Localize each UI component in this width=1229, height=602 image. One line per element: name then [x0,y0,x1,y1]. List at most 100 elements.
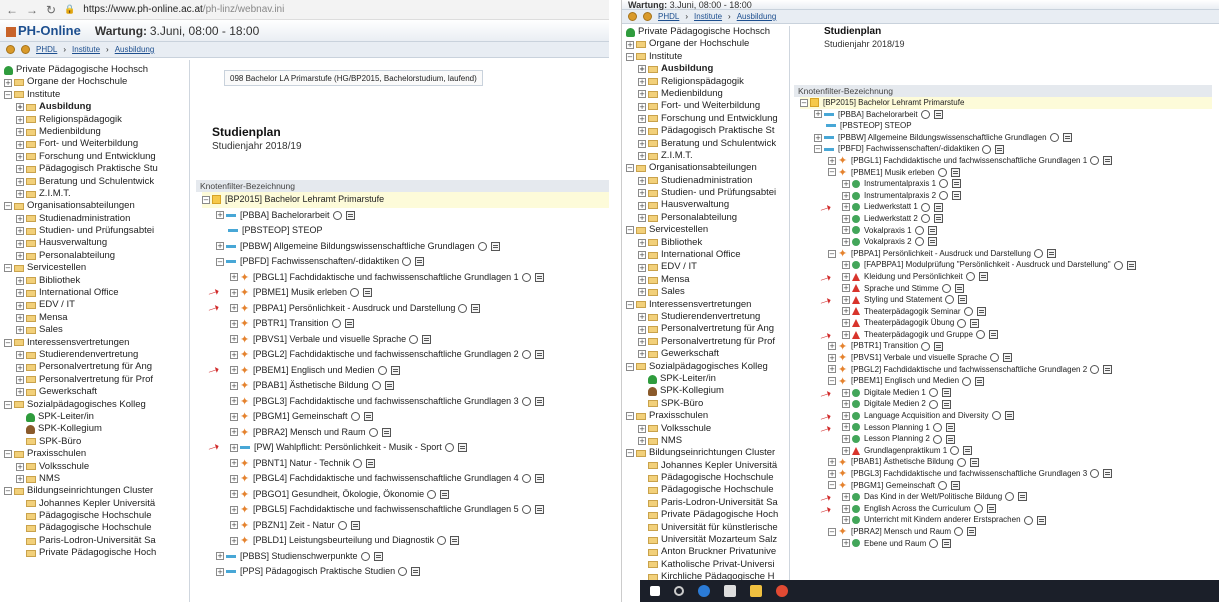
expand-toggle-icon[interactable]: + [828,156,836,165]
clock-icon[interactable] [929,538,939,548]
expand-toggle-icon[interactable]: + [230,381,238,390]
sidebar-item[interactable]: SPK-Leiter/in [622,373,789,385]
curriculum-node[interactable]: + Vokalpraxis 1 [800,225,1212,237]
expand-toggle-icon[interactable]: − [828,527,836,536]
curriculum-node[interactable]: + Theaterpädagogik Seminar [800,306,1212,318]
program-tab[interactable]: 098 Bachelor LA Primarstufe (HG/BP2015, … [224,70,483,86]
expand-toggle-icon[interactable]: + [16,326,24,335]
sidebar-item[interactable]: − Praxisschulen [622,410,789,422]
clock-icon[interactable] [920,214,930,224]
clock-icon[interactable] [1090,469,1100,479]
breadcrumb-phdl[interactable]: PHDL [36,45,57,54]
favorite-icon[interactable] [21,45,30,54]
expand-toggle-icon[interactable]: + [842,504,850,513]
expand-toggle-icon[interactable]: + [16,462,24,471]
clock-icon[interactable] [957,318,967,328]
sidebar-item[interactable]: + NMS [622,435,789,447]
calendar-icon[interactable] [963,446,973,456]
curriculum-node[interactable]: + Theaterpädagogik Übung [800,317,1212,329]
expand-toggle-icon[interactable]: + [230,350,238,359]
calendar-icon[interactable] [952,191,962,201]
calendar-icon[interactable] [363,288,373,298]
expand-toggle-icon[interactable]: + [638,350,646,359]
expand-toggle-icon[interactable]: + [638,276,646,284]
expand-toggle-icon[interactable]: + [842,295,850,304]
sidebar-item[interactable]: Pädagogische Hochschule [622,484,789,496]
expand-toggle-icon[interactable]: + [638,437,646,446]
file-explorer-icon[interactable] [750,585,762,597]
clock-icon[interactable] [937,167,947,177]
curriculum-node[interactable]: + ✦ [PBTR1] Transition [202,316,609,332]
expand-toggle-icon[interactable]: + [626,40,634,49]
clock-icon[interactable] [371,381,381,391]
expand-toggle-icon[interactable]: + [828,365,836,374]
calendar-icon[interactable] [975,376,985,386]
clock-icon[interactable] [521,505,531,515]
sidebar-item[interactable]: + Volksschule [0,461,189,473]
breadcrumb-phdl[interactable]: PHDL [658,12,679,21]
sidebar-item[interactable]: Pädagogische Hochschule [622,472,789,484]
curriculum-node[interactable]: + Styling und Statement ➝ [800,293,1212,312]
expand-toggle-icon[interactable]: + [16,190,24,199]
sidebar-item[interactable]: − Organisationsabteilungen [0,200,189,212]
curriculum-node[interactable]: + [PBBA] Bachelorarbeit [800,109,1212,121]
curriculum-node[interactable]: + ✦ [PBTR1] Transition [800,340,1212,352]
curriculum-node[interactable]: + Liedwerkstatt 1 ➝ [800,200,1212,219]
breadcrumb-institute[interactable]: Institute [72,45,100,54]
sidebar-item[interactable]: − Institute [0,89,189,101]
breadcrumb-institute[interactable]: Institute [694,12,722,21]
clock-icon[interactable] [409,334,419,344]
expand-toggle-icon[interactable]: + [638,214,646,223]
calendar-icon[interactable] [1103,469,1113,479]
clock-icon[interactable] [990,353,1000,363]
clock-icon[interactable] [928,399,938,409]
sidebar-item[interactable]: − Organisationsabteilungen [622,162,789,174]
clock-icon[interactable] [939,191,949,201]
expand-toggle-icon[interactable]: − [216,257,224,266]
sidebar-item[interactable]: + EDV / IT [622,261,789,273]
sidebar-item[interactable]: + Bibliothek [0,275,189,287]
calendar-icon[interactable] [534,474,544,484]
expand-toggle-icon[interactable]: − [4,487,12,496]
calendar-icon[interactable] [995,144,1005,154]
calendar-icon[interactable] [941,388,951,398]
calendar-icon[interactable] [942,538,952,548]
sidebar-item[interactable]: + Studierendenvertretung [0,349,189,361]
curriculum-node[interactable]: + [PBBW] Allgemeine Bildungswissenschaftl… [800,132,1212,144]
clock-icon[interactable] [962,376,972,386]
sidebar-item[interactable]: + Volksschule [622,423,789,435]
expand-toggle-icon[interactable]: + [16,363,24,372]
curriculum-node[interactable]: + Sprache und Stimme [800,283,1212,295]
curriculum-node[interactable]: + [PPS] Pädagogisch Praktische Studien [202,564,609,580]
sidebar-item[interactable]: SPK-Büro [0,436,189,448]
curriculum-node[interactable]: + [FAPBPA1] Modulprüfung "Persönlichkeit … [800,259,1212,271]
expand-toggle-icon[interactable]: + [638,251,646,260]
pen-icon[interactable] [724,585,736,597]
curriculum-node[interactable]: + [PBBW] Allgemeine Bildungswissenschaftl… [202,239,609,255]
clock-icon[interactable] [521,350,531,360]
curriculum-node[interactable]: + Grundlagenpraktikum 1 [800,445,1212,457]
curriculum-node[interactable]: + ✦ [PBVS1] Verbale und visuelle Sprache [800,352,1212,364]
expand-toggle-icon[interactable]: + [842,330,850,339]
clock-icon[interactable] [1023,515,1033,525]
expand-toggle-icon[interactable]: + [16,152,24,161]
expand-toggle-icon[interactable]: + [216,567,224,576]
curriculum-node[interactable]: + ✦ [PBLD1] Leistungsbeurteilung und Diagn… [202,533,609,549]
calendar-icon[interactable] [945,434,955,444]
expand-toggle-icon[interactable]: + [842,492,850,501]
expand-toggle-icon[interactable]: + [638,77,646,86]
curriculum-node[interactable]: + Ebene und Raum [800,538,1212,550]
clock-icon[interactable] [352,458,362,468]
curriculum-node[interactable]: + ✦ [PBGL1] Fachdidaktische und fachwissen… [800,155,1212,167]
clock-icon[interactable] [945,295,955,305]
clock-icon[interactable] [920,202,930,212]
expand-toggle-icon[interactable]: + [638,238,646,247]
sidebar-item[interactable]: + Medienbildung [0,126,189,138]
expand-toggle-icon[interactable]: + [230,536,238,545]
calendar-icon[interactable] [1004,411,1014,421]
sidebar-item[interactable]: + NMS [0,473,189,485]
calendar-icon[interactable] [422,334,432,344]
expand-toggle-icon[interactable]: + [828,469,836,478]
curriculum-node[interactable]: + English Across the Curriculum ➝ [800,501,1212,520]
reload-icon[interactable]: ↻ [46,3,56,17]
